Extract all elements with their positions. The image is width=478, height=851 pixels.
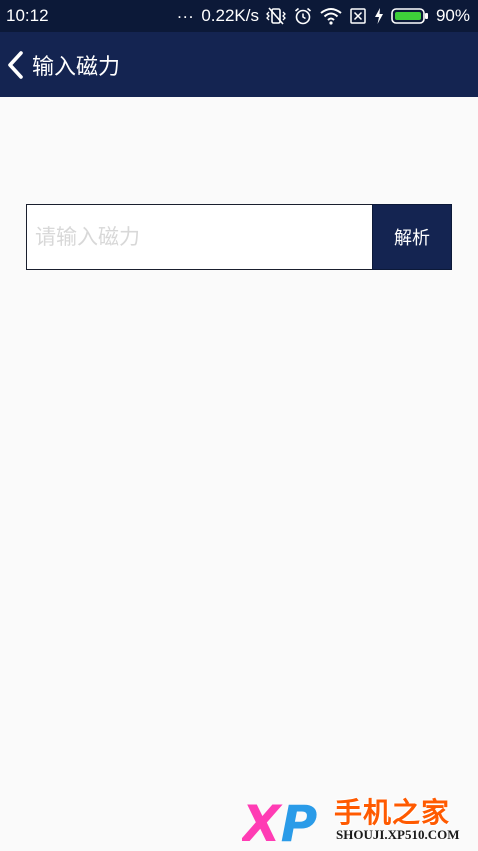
status-icons: ... 0.22K/s 90%	[177, 3, 470, 26]
battery-level: 90%	[435, 6, 470, 25]
watermark: XP 手机之家 SHOUJI.XP510.COM	[242, 791, 474, 851]
battery-icon	[391, 7, 429, 25]
xp-logo-x: XP	[242, 795, 317, 849]
back-button[interactable]	[0, 32, 26, 97]
notification-dots: ...	[177, 3, 195, 22]
magnet-input[interactable]	[26, 204, 372, 270]
status-bar: 10:12 ... 0.22K/s 90%	[0, 0, 478, 32]
watermark-url: SHOUJI.XP510.COM	[336, 827, 460, 842]
page-title: 输入磁力	[32, 54, 121, 80]
watermark-name: 手机之家	[334, 796, 451, 829]
wifi-icon	[320, 7, 342, 25]
parse-button[interactable]: 解析	[372, 204, 452, 270]
chevron-left-icon	[6, 50, 26, 80]
magnet-search-row: 解析	[26, 204, 452, 270]
no-sim-icon	[349, 7, 367, 25]
alarm-icon	[293, 6, 313, 26]
app-bar: 输入磁力	[0, 32, 478, 97]
network-speed: 0.22K/s	[201, 6, 259, 25]
charging-icon	[374, 7, 384, 25]
vibrate-off-icon	[266, 6, 286, 26]
status-time: 10:12	[6, 6, 49, 25]
xp-logo: XP	[242, 795, 317, 849]
